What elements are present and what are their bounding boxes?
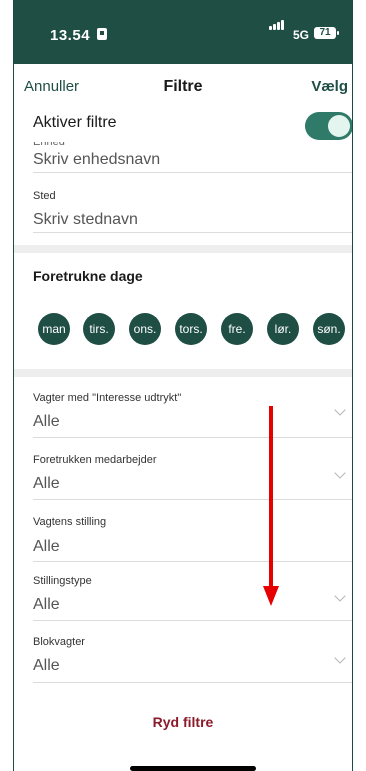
lock-icon <box>97 28 107 40</box>
shift-position-label: Vagtens stilling <box>33 516 107 528</box>
interest-filter-label: Vagter med "Interesse udtrykt" <box>33 392 182 404</box>
position-type-select[interactable]: Alle <box>33 596 60 614</box>
screen: 13.54 5G 71 Annuller Filtre Vælg Enhed A… <box>14 0 352 771</box>
block-shifts-label: Blokvagter <box>33 636 85 648</box>
day-chip-ons[interactable]: ons. <box>129 313 161 345</box>
shift-position-select[interactable]: Alle <box>33 538 60 556</box>
status-bar: 13.54 5G 71 <box>14 0 352 64</box>
block-shifts-select[interactable]: Alle <box>33 657 60 675</box>
day-chip-fre[interactable]: fre. <box>221 313 253 345</box>
place-label: Sted <box>33 190 56 202</box>
section-separator <box>14 245 352 253</box>
preferred-days-title: Foretrukne dage <box>33 268 143 284</box>
device-frame-left <box>0 0 14 771</box>
divider <box>33 232 352 233</box>
page-title: Filtre <box>163 78 203 95</box>
toggle-knob <box>328 115 350 137</box>
activate-filters-row: Aktiver filtre <box>14 108 352 142</box>
divider <box>33 437 352 438</box>
nav-bar: Annuller Filtre Vælg <box>14 64 352 109</box>
divider <box>33 561 352 562</box>
place-input[interactable]: Skriv stednavn <box>33 211 138 229</box>
position-type-label: Stillingstype <box>33 575 92 587</box>
section-separator <box>14 369 352 377</box>
battery-icon: 71 <box>314 27 339 39</box>
day-chip-tirs[interactable]: tirs. <box>83 313 115 345</box>
divider <box>33 499 352 500</box>
day-chip-son[interactable]: søn. <box>313 313 345 345</box>
chevron-down-icon[interactable] <box>334 590 346 602</box>
chevron-down-icon[interactable] <box>334 652 346 664</box>
choose-button[interactable]: Vælg <box>311 78 348 95</box>
divider <box>33 172 352 173</box>
day-chip-lor[interactable]: lør. <box>267 313 299 345</box>
chevron-down-icon[interactable] <box>334 404 346 416</box>
home-indicator <box>130 766 256 771</box>
activate-filters-label: Aktiver filtre <box>33 114 117 131</box>
divider <box>33 620 352 621</box>
status-time: 13.54 <box>50 27 91 44</box>
scroll-down-arrow-annotation <box>263 406 279 606</box>
unit-input[interactable]: Skriv enhedsnavn <box>33 151 160 169</box>
network-type: 5G <box>293 28 310 42</box>
clear-filters-button[interactable]: Ryd filtre <box>14 714 352 730</box>
day-chip-man[interactable]: man <box>38 313 70 345</box>
interest-filter-select[interactable]: Alle <box>33 413 60 431</box>
preferred-employee-select[interactable]: Alle <box>33 475 60 493</box>
activate-filters-toggle[interactable] <box>305 112 352 140</box>
divider <box>33 682 352 683</box>
preferred-employee-label: Foretrukken medarbejder <box>33 454 157 466</box>
device-frame-right <box>352 0 366 771</box>
chevron-down-icon[interactable] <box>334 467 346 479</box>
day-chip-tors[interactable]: tors. <box>175 313 207 345</box>
